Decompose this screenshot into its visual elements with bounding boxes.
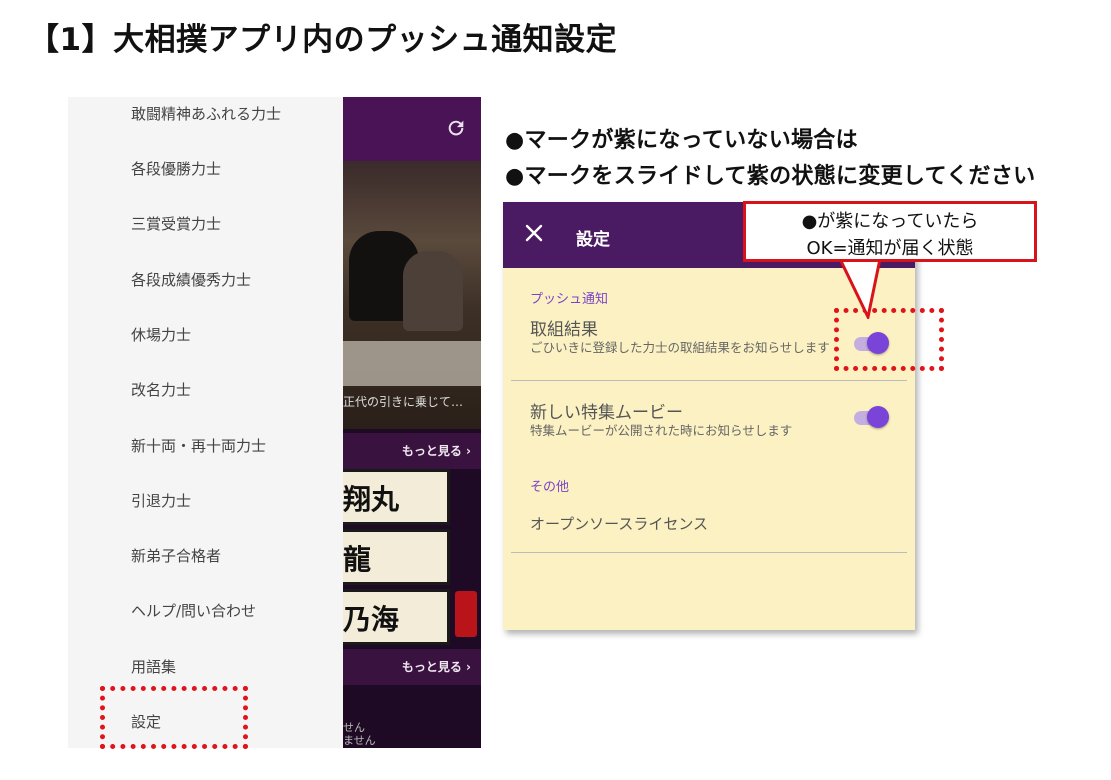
callout-line1: ●が紫になっていたら <box>801 211 979 232</box>
drawer-item[interactable]: 新十両・再十両力士 <box>131 435 266 456</box>
video-thumbnail[interactable] <box>343 161 481 429</box>
feature-movie-toggle[interactable] <box>851 404 891 430</box>
app-header <box>343 97 481 161</box>
drawer-item[interactable]: 敢闘精神あふれる力士 <box>131 103 281 124</box>
instruction-note-2: ●マークをスライドして紫の状態に変更してください <box>505 164 1036 189</box>
drawer-item[interactable]: 各段優勝力士 <box>131 158 221 179</box>
drawer-item[interactable]: 改名力士 <box>131 379 191 400</box>
divider <box>511 552 907 553</box>
drawer-item[interactable]: ヘルプ/問い合わせ <box>131 600 256 621</box>
drawer-item[interactable]: 引退力士 <box>131 490 191 511</box>
rikishi-card[interactable]: 翔丸 <box>343 469 450 525</box>
drawer-item[interactable]: 休場力士 <box>131 324 191 345</box>
section-bar: もっと見る › <box>343 649 481 685</box>
setting-match-results-name: 取組結果 <box>530 320 598 340</box>
app-background: 正代の引きに乗じて… もっと見る › 翔丸 龍 乃海 もっと見る › せん ませ… <box>343 97 481 748</box>
setting-match-results-desc: ごひいきに登録した力士の取組結果をお知らせします <box>530 340 830 355</box>
settings-title: 設定 <box>576 230 610 250</box>
navigation-drawer: 敢闘精神あふれる力士 各段優勝力士 三賞受賞力士 各段成績優秀力士 休場力士 改… <box>68 97 343 748</box>
callout-pointer <box>838 259 882 319</box>
section-label-other: その他 <box>530 480 570 495</box>
callout-box: ●が紫になっていたら OK=通知が届く状態 <box>743 201 1037 262</box>
drawer-item[interactable]: 新弟子合格者 <box>131 545 221 566</box>
rikishi-card[interactable]: 龍 <box>343 529 450 585</box>
callout-line2: OK=通知が届く状態 <box>806 238 974 259</box>
setting-feature-movie-desc: 特集ムービーが公開された時にお知らせします <box>530 423 793 438</box>
drawer-item[interactable]: 各段成績優秀力士 <box>131 269 251 290</box>
more-link[interactable]: もっと見る › <box>402 442 471 459</box>
drawer-item[interactable]: 用語集 <box>131 656 176 677</box>
drawer-item[interactable]: 三賞受賞力士 <box>131 213 221 234</box>
rikishi-card[interactable]: 乃海 <box>343 589 450 645</box>
divider <box>511 380 907 381</box>
refresh-icon[interactable] <box>445 117 467 139</box>
video-caption: 正代の引きに乗じて… <box>343 395 464 409</box>
red-badge <box>455 591 477 637</box>
setting-feature-movie-name: 新しい特集ムービー <box>530 403 683 423</box>
section-bar: もっと見る › <box>343 433 481 469</box>
toggle-thumb <box>867 406 889 428</box>
section-label-push: プッシュ通知 <box>530 292 609 307</box>
slide-title: 【1】大相撲アプリ内のプッシュ通知設定 <box>28 22 618 58</box>
close-icon[interactable] <box>525 224 543 242</box>
settings-highlight-box <box>100 686 248 749</box>
bottom-text: せん ません <box>343 721 376 747</box>
sumo-app-menu-screenshot: 正代の引きに乗じて… もっと見る › 翔丸 龍 乃海 もっと見る › せん ませ… <box>68 97 481 748</box>
instruction-note-1: ●マークが紫になっていない場合は <box>505 128 858 153</box>
setting-open-source-license[interactable]: オープンソースライセンス <box>530 513 708 534</box>
more-link[interactable]: もっと見る › <box>402 658 471 675</box>
